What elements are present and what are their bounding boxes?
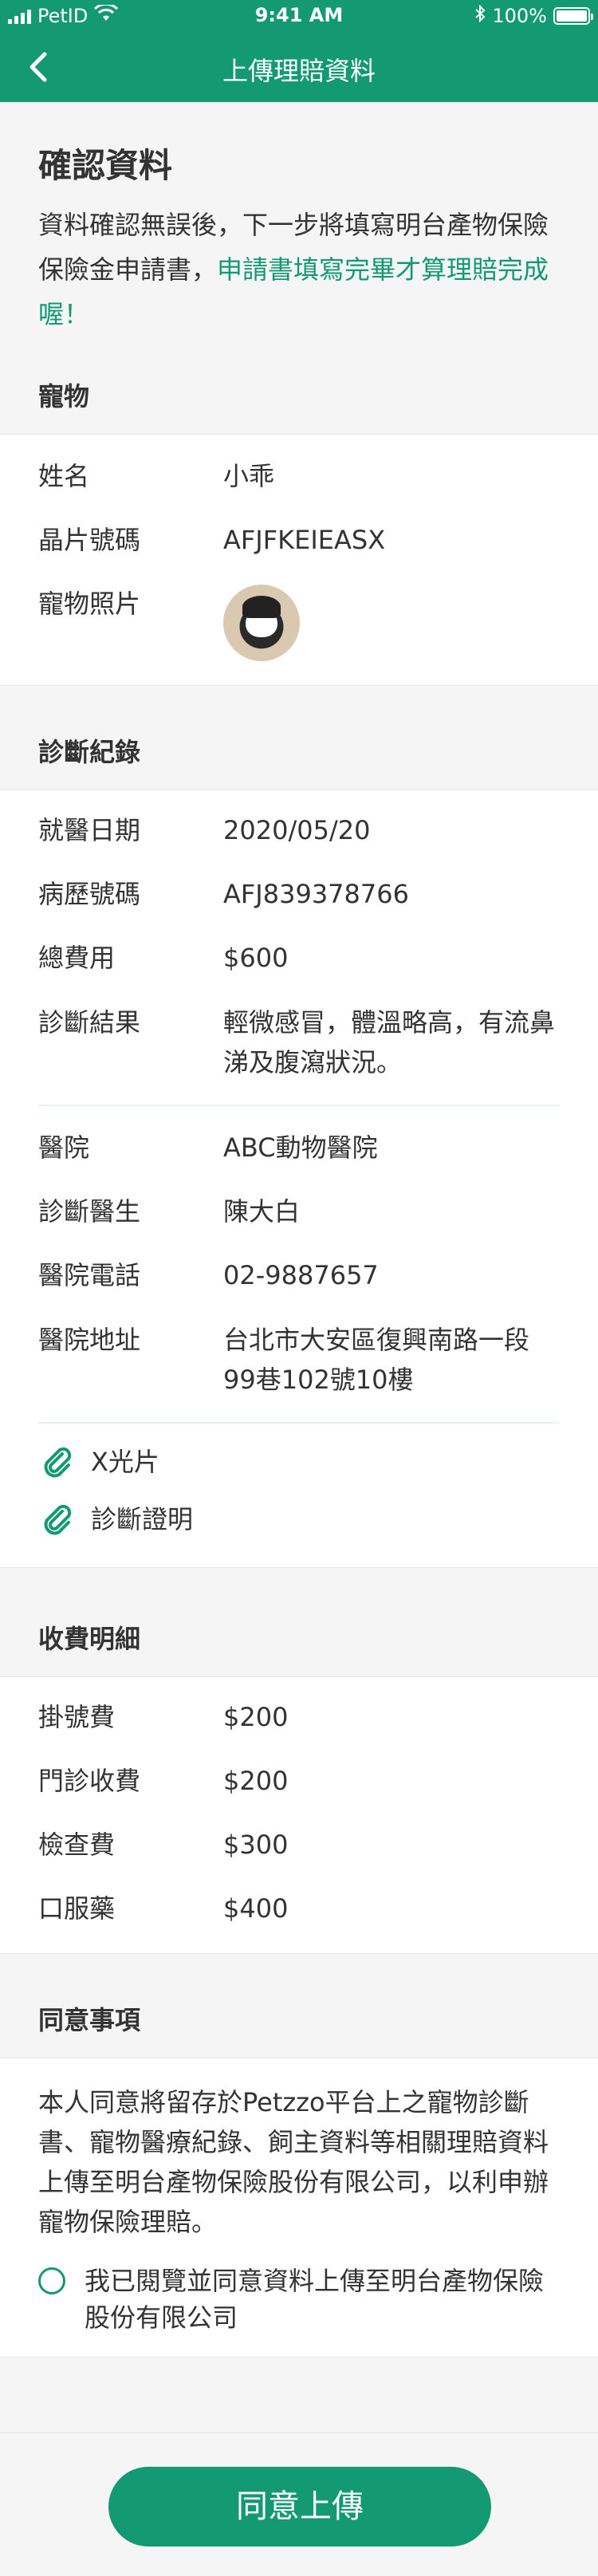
page-title: 上傳理賠資料 xyxy=(222,56,376,86)
info-row: 晶片號碼 AFJFKEIEASX xyxy=(38,521,560,559)
row-value: 2020/05/20 xyxy=(223,815,371,845)
row-label: 診斷醫生 xyxy=(38,1196,141,1227)
row-label: 醫院電話 xyxy=(38,1260,141,1290)
row-value: AFJFKEIEASX xyxy=(223,525,386,555)
row-label: 掛號費 xyxy=(38,1702,116,1732)
divider xyxy=(38,1422,560,1424)
attachment-xray[interactable]: X光片 xyxy=(38,1443,560,1481)
battery-icon xyxy=(553,7,593,25)
attachment-label: X光片 xyxy=(91,1447,159,1477)
intro-text: 資料確認無誤後，下一步將填寫明台產物保險保險金申請書，申請書填寫完畢才算理賠完成… xyxy=(38,203,560,337)
consent-card: 本人同意將留存於Petzzo平台上之寵物診斷書、寵物醫療紀錄、飼主資料等相關理賠… xyxy=(0,2058,598,2357)
info-row: 就醫日期 2020/05/20 xyxy=(38,811,560,849)
info-row: 診斷醫生 陳大白 xyxy=(38,1192,560,1231)
fee-row: 掛號費 $200 xyxy=(38,1698,560,1736)
consent-checkbox[interactable]: 我已閱覽並同意資料上傳至明台產物保險股份有限公司 xyxy=(38,2263,560,2336)
info-row: 醫院 ABC動物醫院 xyxy=(38,1128,560,1167)
section-title-pet: 寵物 xyxy=(0,359,598,434)
paperclip-icon xyxy=(38,1443,83,1481)
fee-row: 口服藥 $400 xyxy=(38,1889,560,1928)
row-label: 晶片號碼 xyxy=(38,525,141,555)
divider xyxy=(38,1105,560,1106)
attachment-label: 診斷證明 xyxy=(91,1504,194,1534)
row-label: 就醫日期 xyxy=(38,815,141,845)
row-label: 門診收費 xyxy=(38,1766,141,1796)
paperclip-icon xyxy=(38,1500,83,1538)
fees-card: 掛號費 $200 門診收費 $200 檢查費 $300 口服藥 $400 xyxy=(0,1676,598,1954)
status-bar: PetID 9:41 AM 100% xyxy=(0,0,598,32)
row-value: 小乖 xyxy=(223,461,275,491)
info-row: 姓名 小乖 xyxy=(38,457,560,495)
nav-bar: 上傳理賠資料 xyxy=(0,32,598,102)
section-title-diagnosis: 診斷紀錄 xyxy=(0,715,598,790)
status-right: 100% xyxy=(474,4,593,27)
row-label: 總費用 xyxy=(38,943,116,973)
bluetooth-icon xyxy=(474,4,486,27)
consent-checkbox-label: 我已閱覽並同意資料上傳至明台產物保險股份有限公司 xyxy=(85,2266,545,2333)
row-value: $200 xyxy=(223,1766,289,1796)
row-value xyxy=(223,585,560,661)
row-value: $200 xyxy=(223,1702,289,1732)
consent-text: 本人同意將留存於Petzzo平台上之寵物診斷書、寵物醫療紀錄、飼主資料等相關理賠… xyxy=(38,2087,549,2237)
radio-unchecked-icon[interactable] xyxy=(38,2267,65,2294)
row-label: 病歷號碼 xyxy=(38,879,141,909)
row-value: 台北市大安區復興南路一段99巷102號10樓 xyxy=(223,1325,530,1395)
pet-photo[interactable] xyxy=(223,585,300,661)
row-value: $400 xyxy=(223,1893,289,1924)
row-label: 口服藥 xyxy=(38,1893,116,1924)
info-row: 醫院電話 02-9887657 xyxy=(38,1256,560,1294)
diagnosis-card: 就醫日期 2020/05/20 病歷號碼 AFJ839378766 總費用 $6… xyxy=(0,790,598,1568)
row-value: ABC動物醫院 xyxy=(223,1132,378,1163)
row-label: 寵物照片 xyxy=(38,589,141,619)
row-value: 02-9887657 xyxy=(223,1260,379,1290)
info-row: 寵物照片 xyxy=(38,585,560,661)
intro-heading: 確認資料 xyxy=(38,146,173,185)
info-row: 病歷號碼 AFJ839378766 xyxy=(38,875,560,913)
section-title-consent: 同意事項 xyxy=(0,1983,598,2058)
info-row: 診斷結果 輕微感冒，體溫略高，有流鼻涕及腹瀉狀況。 xyxy=(38,1002,560,1082)
row-value: AFJ839378766 xyxy=(223,879,409,909)
attachment-certificate[interactable]: 診斷證明 xyxy=(38,1500,560,1538)
row-label: 醫院地址 xyxy=(38,1325,141,1355)
fee-row: 門診收費 $200 xyxy=(38,1762,560,1800)
section-title-fees: 收費明細 xyxy=(0,1601,598,1676)
fee-row: 檢查費 $300 xyxy=(38,1826,560,1864)
footer-bar: 同意上傳 xyxy=(0,2432,598,2576)
info-row: 總費用 $600 xyxy=(38,939,560,977)
row-label: 診斷結果 xyxy=(38,1007,141,1038)
row-value: $300 xyxy=(223,1830,289,1860)
row-label: 姓名 xyxy=(38,461,90,491)
info-row: 醫院地址 台北市大安區復興南路一段99巷102號10樓 xyxy=(38,1320,560,1400)
row-value: 輕微感冒，體溫略高，有流鼻涕及腹瀉狀況。 xyxy=(223,1007,556,1077)
row-label: 醫院 xyxy=(38,1132,90,1163)
row-label: 檢查費 xyxy=(38,1830,116,1860)
row-value: $600 xyxy=(223,943,289,973)
agree-upload-button[interactable]: 同意上傳 xyxy=(108,2467,491,2546)
row-value: 陳大白 xyxy=(223,1196,301,1227)
battery-percent: 100% xyxy=(492,5,547,27)
pet-card: 姓名 小乖 晶片號碼 AFJFKEIEASX 寵物照片 xyxy=(0,434,598,686)
